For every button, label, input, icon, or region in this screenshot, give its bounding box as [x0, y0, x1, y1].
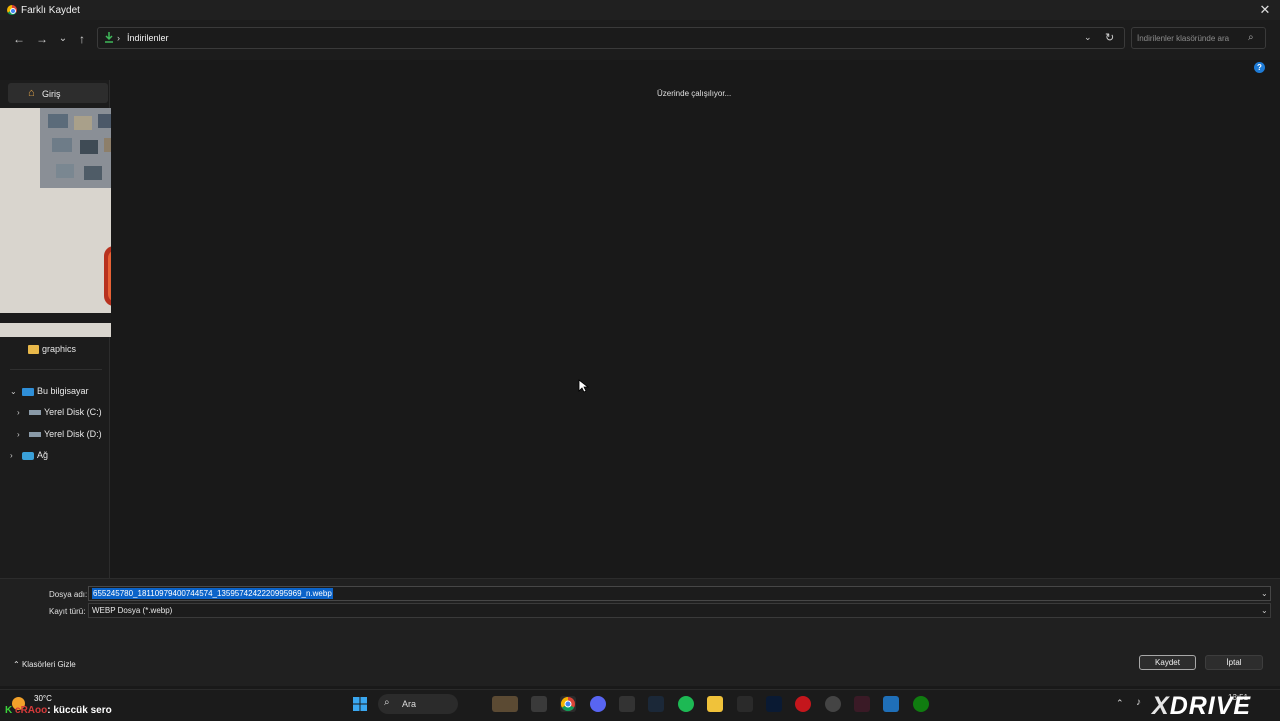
search-icon: ⌕: [384, 697, 390, 708]
taskbar-search-box[interactable]: [378, 694, 458, 714]
chevron-right-icon[interactable]: ›: [10, 451, 22, 460]
mouse-cursor-icon: [578, 379, 590, 396]
filename-value[interactable]: 655245780_18110979400744574_135957424222…: [92, 588, 333, 599]
task-view-icon[interactable]: [531, 696, 547, 712]
chevron-down-icon[interactable]: ⌄: [1261, 589, 1268, 598]
sidebar-item-label: Yerel Disk (D:): [44, 429, 102, 439]
back-button[interactable]: ←: [11, 31, 27, 47]
drive-icon: [29, 432, 41, 438]
window-title: Farklı Kaydet: [21, 5, 80, 16]
chevron-down-icon[interactable]: ⌄: [1261, 606, 1268, 615]
command-bar: [0, 60, 1280, 78]
save-button[interactable]: Kaydet: [1139, 655, 1196, 670]
breadcrumb-separator[interactable]: ›: [117, 33, 120, 43]
home-icon: ⌂: [28, 87, 35, 99]
address-dropdown-button[interactable]: ⌄: [1084, 32, 1092, 43]
discord-icon[interactable]: [590, 696, 606, 712]
record-app-icon[interactable]: [795, 696, 811, 712]
chrome-icon[interactable]: [560, 696, 576, 712]
drive-icon: [29, 410, 41, 416]
file-explorer-icon[interactable]: [707, 696, 723, 712]
spotify-icon[interactable]: [678, 696, 694, 712]
chrome-icon: [7, 5, 17, 15]
app-icon[interactable]: [854, 696, 870, 712]
forward-button[interactable]: →: [34, 31, 50, 47]
tray-overflow-icon[interactable]: ⌃: [1116, 698, 1124, 709]
sidebar-item-graphics[interactable]: graphics: [28, 343, 76, 355]
store-icon[interactable]: [883, 696, 899, 712]
sidebar-item-label: Bu bilgisayar: [37, 386, 89, 396]
sidebar-item-disk-d[interactable]: › Yerel Disk (D:): [17, 429, 102, 439]
chevron-right-icon[interactable]: ›: [17, 430, 29, 439]
refresh-button[interactable]: ↻: [1105, 31, 1114, 44]
sidebar-item-this-pc[interactable]: ⌄ Bu bilgisayar: [10, 386, 89, 396]
chevron-right-icon[interactable]: ›: [17, 408, 29, 417]
filename-label: Dosya adı:: [49, 590, 88, 599]
help-icon[interactable]: ?: [1254, 62, 1265, 73]
sidebar-item-disk-c[interactable]: › Yerel Disk (C:): [17, 407, 102, 417]
obs-icon[interactable]: [825, 696, 841, 712]
taskbar: [0, 689, 1280, 720]
search-icon[interactable]: ⌕: [1248, 32, 1254, 43]
file-list-area[interactable]: [111, 80, 1280, 578]
file-type-value[interactable]: WEBP Dosya (*.webp): [92, 606, 172, 615]
download-icon: [105, 32, 113, 43]
sidebar-item-label: Yerel Disk (C:): [44, 407, 102, 417]
chevron-up-icon: ⌃: [13, 660, 20, 669]
cancel-button[interactable]: İptal: [1205, 655, 1263, 670]
sidebar-item-network[interactable]: › Ağ: [10, 450, 48, 460]
chat-username: cRAoo: [15, 705, 48, 716]
file-type-label: Kayıt türü:: [49, 607, 86, 616]
loading-status: Üzerinde çalışılıyor...: [657, 89, 732, 98]
epic-games-icon[interactable]: [737, 696, 753, 712]
sidebar-item-label: Ağ: [37, 450, 49, 460]
file-type-select[interactable]: [88, 603, 1271, 618]
folder-icon: [28, 344, 39, 354]
search-highlight-icon[interactable]: [492, 696, 518, 712]
steam-icon[interactable]: [648, 696, 664, 712]
weather-temperature[interactable]: 30°C: [34, 694, 52, 703]
breadcrumb-downloads[interactable]: İndirilenler: [127, 33, 169, 43]
start-windows-icon[interactable]: [352, 696, 368, 712]
address-bar[interactable]: [97, 27, 1125, 49]
photoshop-icon[interactable]: [766, 696, 782, 712]
up-button[interactable]: ↑: [74, 31, 90, 47]
computer-icon: [22, 387, 34, 396]
chevron-down-icon[interactable]: ⌄: [10, 387, 22, 396]
chat-message: : küccük sero: [47, 705, 112, 716]
close-button[interactable]: ✕: [1258, 2, 1272, 18]
capcut-icon[interactable]: [619, 696, 635, 712]
hide-folders-label: Klasörleri Gizle: [21, 660, 76, 669]
hide-folders-button[interactable]: ⌃ Klasörleri Gizle: [13, 660, 76, 669]
stream-chat-overlay: K cRAoo: küccük sero: [5, 705, 112, 716]
xdrive-watermark-logo: XDRIVE: [1152, 692, 1252, 720]
sidebar-item-label: graphics: [42, 344, 77, 355]
chat-badge-icon: K: [5, 705, 13, 716]
taskbar-search-label: Ara: [402, 699, 417, 709]
xbox-icon[interactable]: [913, 696, 929, 712]
search-placeholder: İndirilenler klasöründe ara: [1137, 34, 1230, 43]
network-icon: [22, 451, 34, 460]
recent-locations-button[interactable]: ⌄: [55, 31, 71, 47]
sidebar-divider: [10, 369, 102, 370]
volume-icon[interactable]: ♪: [1136, 697, 1141, 708]
title-bar: [0, 0, 1280, 20]
sidebar-item-label: Giriş: [42, 89, 61, 99]
